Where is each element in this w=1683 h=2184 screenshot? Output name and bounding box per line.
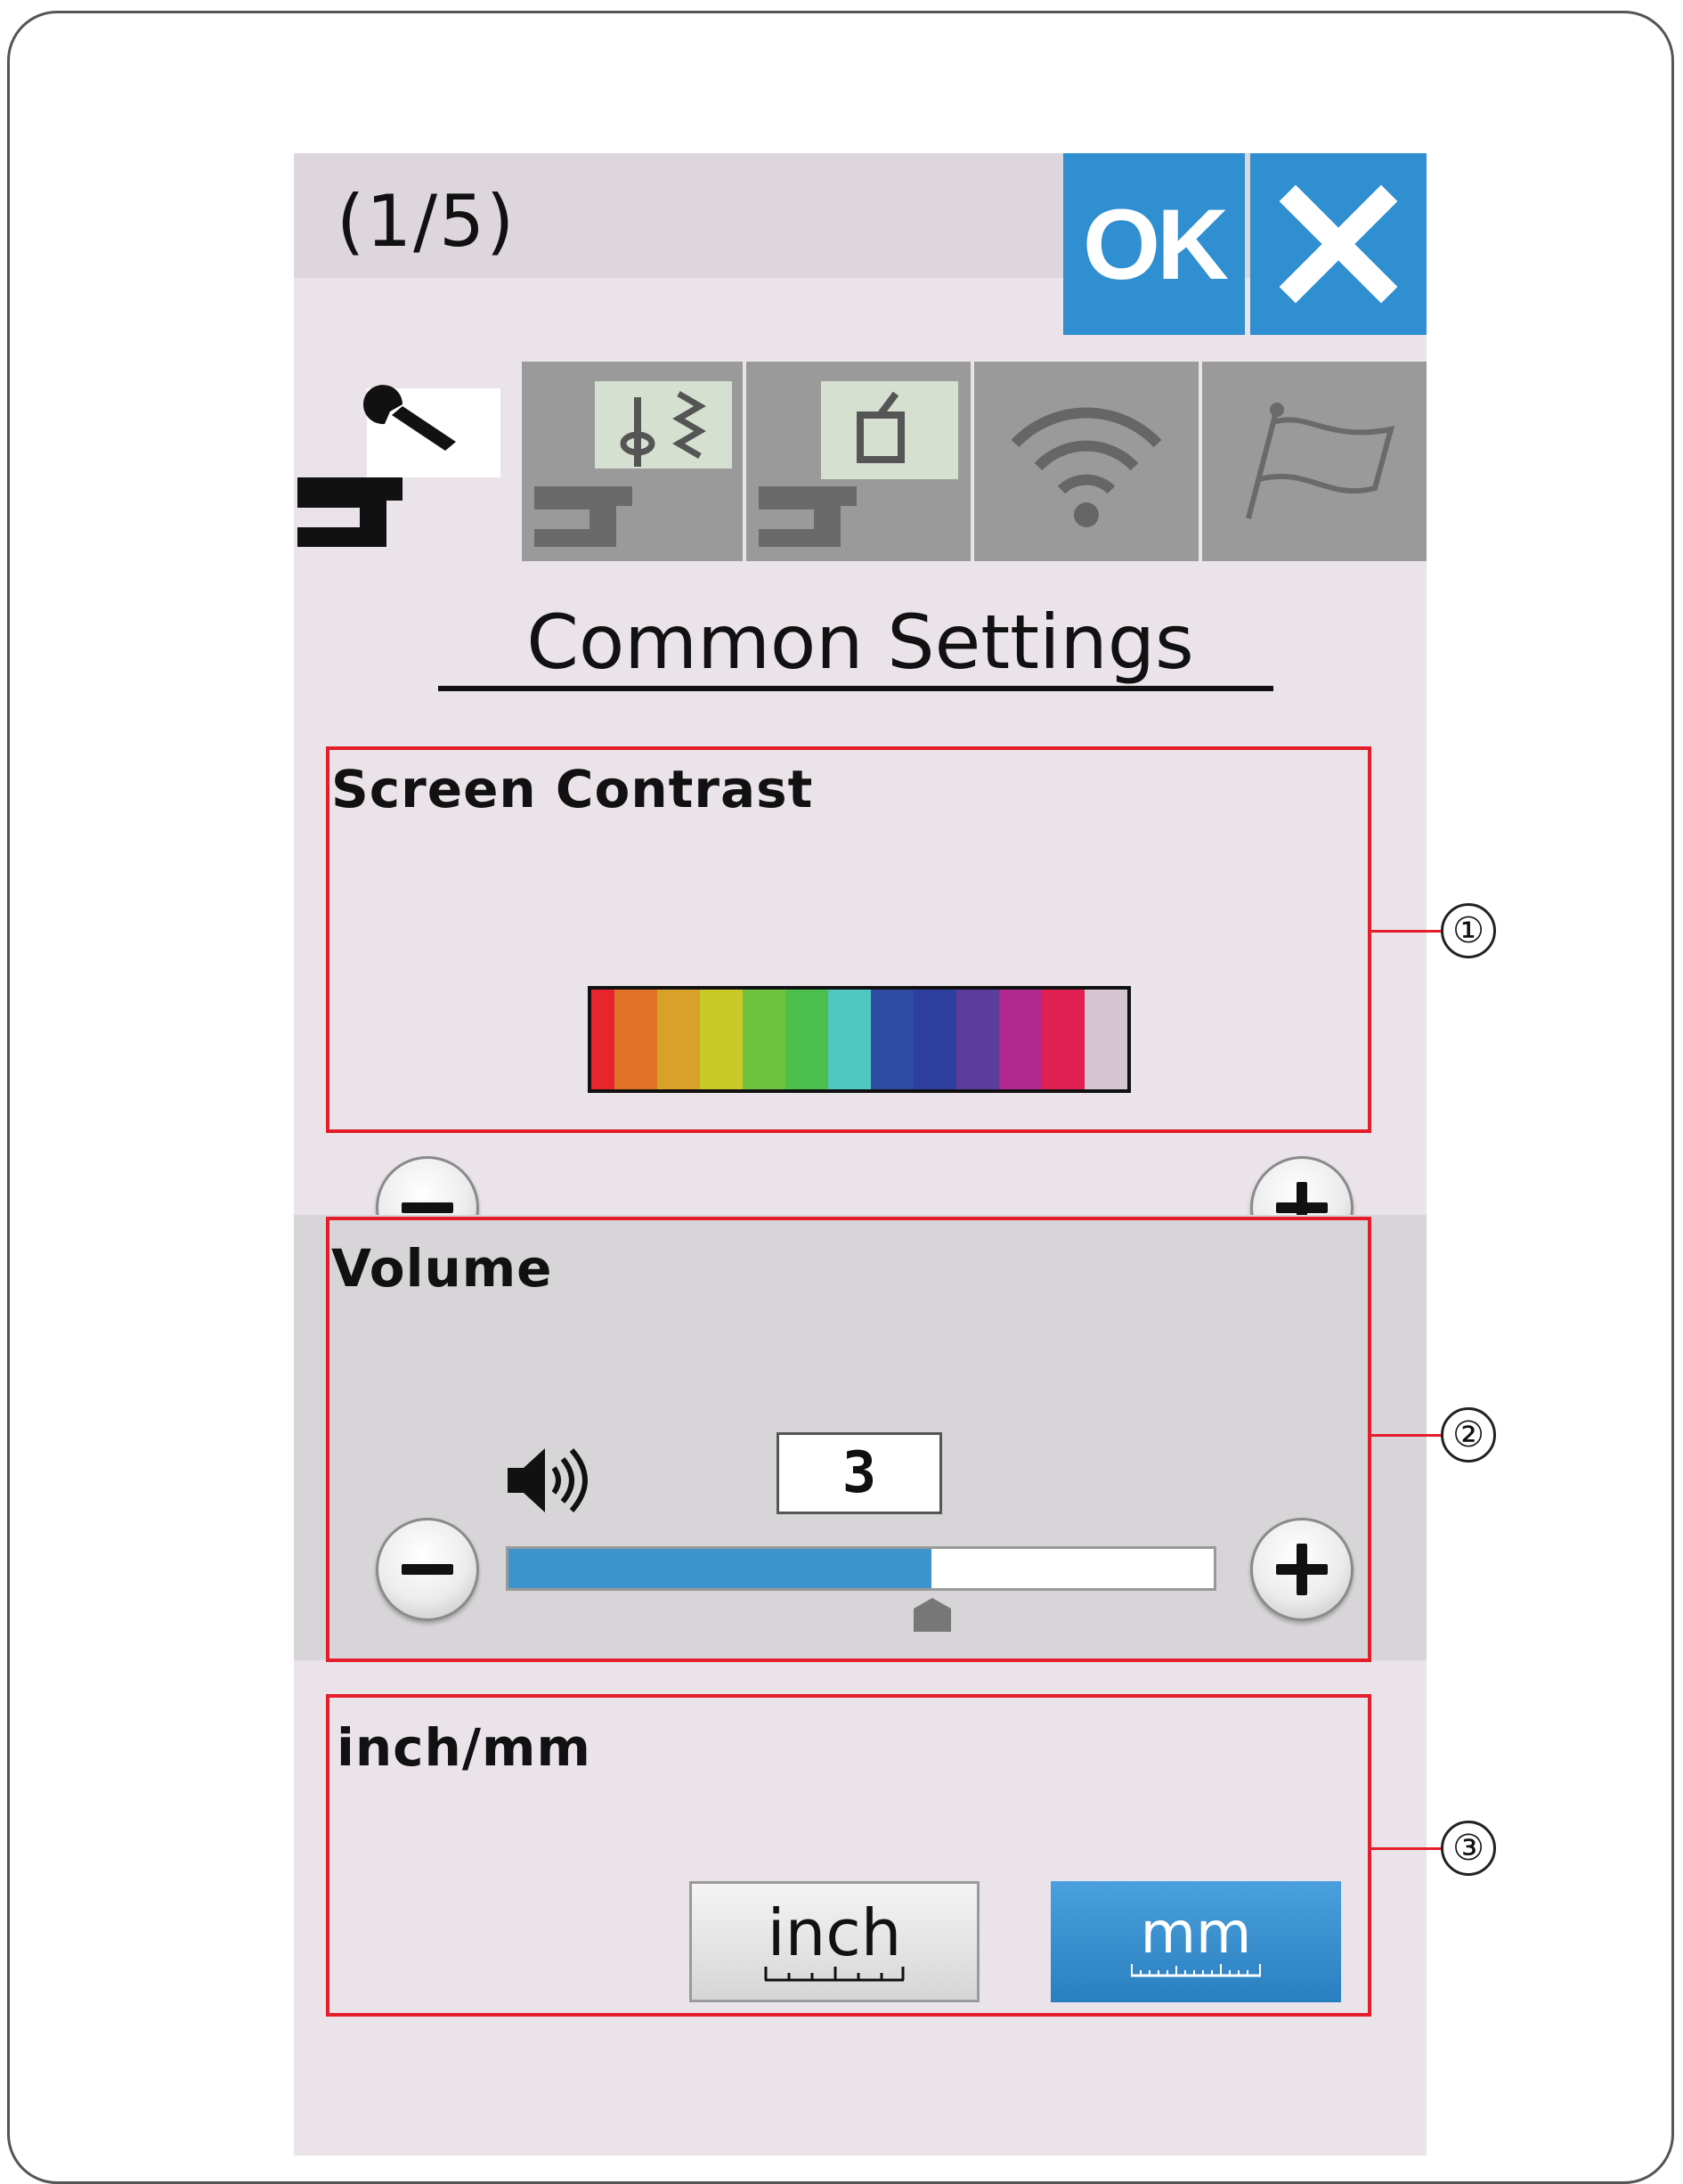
callout-number-3: ③ [1441, 1821, 1496, 1876]
tab-common-settings[interactable] [294, 362, 518, 561]
callout-box-contrast [326, 746, 1371, 1133]
close-icon [1279, 184, 1398, 304]
close-button[interactable] [1250, 153, 1427, 335]
ok-button-label: OK [1083, 188, 1229, 300]
callout-box-units [326, 1694, 1371, 2017]
callout-number-1: ① [1441, 903, 1496, 958]
tab-sewing-settings[interactable] [522, 362, 743, 561]
page-title: Common Settings [526, 599, 1194, 686]
machine-stitch-icon [534, 381, 732, 547]
settings-tabs [294, 362, 1427, 561]
ok-button[interactable]: OK [1063, 153, 1245, 335]
tab-wireless-settings[interactable] [974, 362, 1199, 561]
page-indicator: (1/5) [337, 180, 516, 263]
machine-wrench-icon [297, 385, 500, 547]
callout-line-3 [1371, 1847, 1443, 1850]
machine-embroidery-icon [759, 381, 958, 547]
minus-icon [402, 1202, 453, 1213]
tab-language-settings[interactable] [1202, 362, 1427, 561]
callout-number-2: ② [1441, 1407, 1496, 1463]
tab-embroidery-settings[interactable] [746, 362, 971, 561]
title-underline [438, 686, 1273, 691]
callout-box-volume [326, 1217, 1371, 1662]
callout-line-2 [1371, 1434, 1443, 1437]
flag-icon [1246, 403, 1395, 519]
wifi-icon [1011, 407, 1162, 527]
callout-line-1 [1371, 930, 1443, 933]
